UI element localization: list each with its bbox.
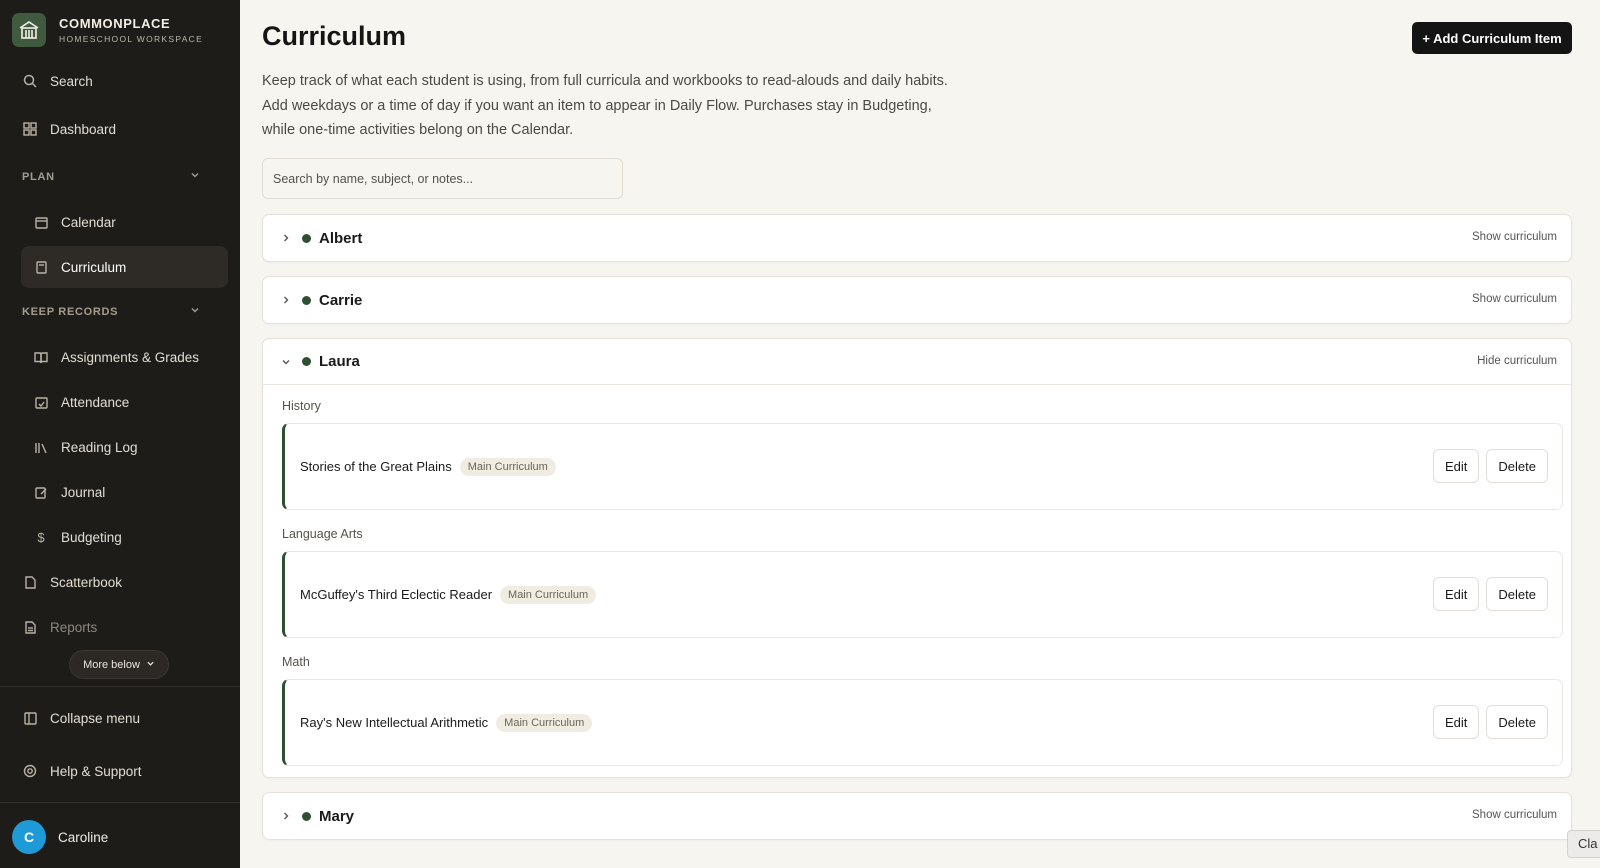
sidebar-item-search[interactable]: Search: [0, 66, 240, 96]
sidebar-item-scatterbook[interactable]: Scatterbook: [0, 567, 240, 597]
curriculum-item-name: Ray's New Intellectual Arithmetic: [300, 715, 489, 730]
chevron-down-icon: [146, 659, 155, 671]
brand-name: COMMONPLACE: [59, 16, 171, 31]
edit-note-icon: [33, 484, 49, 500]
help-support-button[interactable]: Help & Support: [0, 756, 240, 786]
curriculum-item-name: Stories of the Great Plains: [300, 459, 452, 474]
brand-subtitle: HOMESCHOOL WORKSPACE: [59, 34, 204, 44]
avatar: C: [12, 820, 46, 854]
student-header[interactable]: Mary Show curriculum: [263, 793, 1571, 839]
user-profile[interactable]: C Caroline: [12, 820, 108, 854]
page-description: Keep track of what each student is using…: [262, 73, 948, 138]
toggle-curriculum-link[interactable]: Hide curriculum: [1477, 355, 1557, 367]
delete-button[interactable]: Delete: [1486, 577, 1548, 611]
calendar-icon: [33, 214, 49, 230]
sidebar-divider: [0, 686, 240, 687]
type-badge: Main Curriculum: [500, 585, 597, 604]
student-header[interactable]: Carrie Show curriculum: [263, 277, 1571, 323]
chevron-right-icon: [280, 294, 292, 306]
edit-button[interactable]: Edit: [1433, 577, 1480, 611]
status-dot: [302, 295, 311, 305]
main-content: Curriculum + Add Curriculum Item Keep tr…: [240, 0, 1600, 868]
curriculum-item: Stories of the Great Plains Main Curricu…: [282, 423, 1563, 510]
student-name: Albert: [319, 229, 363, 247]
subject-heading: History: [282, 399, 321, 413]
chevron-down-icon: [190, 305, 200, 318]
edit-button[interactable]: Edit: [1433, 449, 1480, 483]
sidebar-item-curriculum[interactable]: Curriculum: [21, 246, 228, 288]
curriculum-item: Ray's New Intellectual Arithmetic Main C…: [282, 679, 1563, 766]
brand[interactable]: COMMONPLACE HOMESCHOOL WORKSPACE: [12, 13, 203, 47]
chevron-down-icon: [280, 356, 292, 368]
edit-button[interactable]: Edit: [1433, 705, 1480, 739]
toggle-curriculum-link[interactable]: Show curriculum: [1472, 231, 1557, 243]
collapse-menu-button[interactable]: Collapse menu: [0, 703, 240, 733]
curriculum-item-name: McGuffey's Third Eclectic Reader: [300, 587, 493, 602]
sidebar-item-journal[interactable]: Journal: [0, 477, 240, 507]
student-name: Mary: [319, 807, 355, 825]
student-card-albert: Albert Show curriculum: [262, 214, 1572, 262]
section-plan-toggle[interactable]: PLAN: [22, 170, 200, 183]
library-icon: [33, 439, 49, 455]
sidebar-item-reading-log[interactable]: Reading Log: [0, 432, 240, 462]
student-card-laura: Laura Hide curriculum History Stories of…: [262, 338, 1572, 778]
search-icon: [22, 73, 38, 89]
calendar-check-icon: [33, 394, 49, 410]
delete-button[interactable]: Delete: [1486, 705, 1548, 739]
student-name: Carrie: [319, 291, 363, 309]
open-book-icon: [33, 349, 49, 365]
type-badge: Main Curriculum: [459, 457, 556, 476]
curriculum-item: McGuffey's Third Eclectic Reader Main Cu…: [282, 551, 1563, 638]
page-title: Curriculum: [262, 21, 407, 51]
student-header[interactable]: Albert Show curriculum: [263, 215, 1571, 261]
sidebar: COMMONPLACE HOMESCHOOL WORKSPACE Search …: [0, 0, 240, 868]
sidebar-item-calendar[interactable]: Calendar: [0, 207, 240, 237]
delete-button[interactable]: Delete: [1486, 449, 1548, 483]
toggle-curriculum-link[interactable]: Show curriculum: [1472, 293, 1557, 305]
chevron-right-icon: [280, 810, 292, 822]
schoolhouse-logo-icon: [12, 13, 46, 47]
corner-tab-button[interactable]: Cla: [1567, 830, 1600, 858]
chevron-right-icon: [280, 232, 292, 244]
sidebar-item-budgeting[interactable]: $ Budgeting: [0, 522, 240, 552]
student-header[interactable]: Laura Hide curriculum: [263, 339, 1571, 385]
sidebar-item-dashboard[interactable]: Dashboard: [0, 114, 240, 144]
subject-heading: Math: [282, 655, 310, 669]
book-icon: [33, 259, 49, 275]
user-name: Caroline: [58, 829, 109, 845]
sidebar-divider: [0, 802, 240, 803]
sidebar-item-attendance[interactable]: Attendance: [0, 387, 240, 417]
document-icon: [22, 574, 38, 590]
subject-heading: Language Arts: [282, 527, 363, 541]
dollar-icon: $: [37, 529, 45, 545]
sidebar-item-assignments[interactable]: Assignments & Grades: [0, 342, 240, 372]
student-name: Laura: [319, 353, 360, 370]
search-input[interactable]: [262, 158, 623, 199]
lifebuoy-icon: [22, 763, 38, 779]
add-curriculum-item-button[interactable]: + Add Curriculum Item: [1412, 22, 1572, 54]
chevron-down-icon: [190, 170, 200, 183]
status-dot: [302, 233, 311, 243]
section-keep-records-toggle[interactable]: KEEP RECORDS: [22, 305, 200, 318]
sidebar-collapse-icon: [22, 710, 38, 726]
report-icon: [22, 619, 38, 635]
student-card-mary: Mary Show curriculum: [262, 792, 1572, 840]
sidebar-item-reports[interactable]: Reports: [0, 612, 240, 642]
toggle-curriculum-link[interactable]: Show curriculum: [1472, 809, 1557, 821]
more-below-button[interactable]: More below: [69, 650, 169, 679]
student-card-carrie: Carrie Show curriculum: [262, 276, 1572, 324]
type-badge: Main Curriculum: [496, 713, 593, 732]
status-dot: [302, 357, 311, 366]
dashboard-grid-icon: [22, 121, 38, 137]
status-dot: [302, 811, 311, 821]
